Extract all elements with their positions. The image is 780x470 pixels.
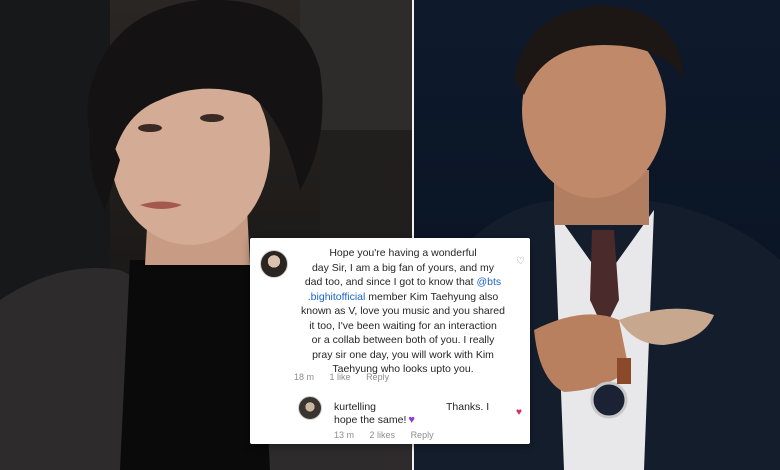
reply-text-2: hope the same! <box>334 414 407 426</box>
reply-text-line-1: Thanks. I <box>446 401 490 413</box>
reply-time: 13 m <box>334 430 355 440</box>
profile-avatar-icon[interactable] <box>260 250 288 278</box>
comment-line-6: it too, I've been waiting for an interac… <box>309 319 497 332</box>
profile-avatar-icon[interactable] <box>298 396 322 420</box>
comment-meta: 18 m 1 like Reply <box>294 372 402 382</box>
comment-reply-button[interactable]: Reply <box>366 372 389 382</box>
comment-line-1: Hope you're having a wonderful <box>329 247 477 259</box>
heart-outline-icon[interactable]: ♡ <box>516 256 525 267</box>
reply-reply-button[interactable]: Reply <box>411 430 434 440</box>
reply-likes[interactable]: 2 likes <box>370 430 396 440</box>
comment-text: Hope you're having a wonderful day Sir, … <box>294 246 512 377</box>
comment-line-5: known as V, love you music and you share… <box>301 305 505 317</box>
comment-line-7: or a collab between both of you. I reall… <box>311 334 495 346</box>
comment-line-8: pray sir one day, you will work with Kim <box>312 348 494 361</box>
reply-text-line-2: hope the same! ♥ <box>334 414 415 426</box>
instagram-comment-card: Hope you're having a wonderful day Sir, … <box>250 238 530 444</box>
comment-time: 18 m <box>294 372 315 382</box>
mention-link-continued[interactable]: .bighitofficial <box>308 291 366 303</box>
heart-filled-icon[interactable]: ♥ <box>516 407 522 418</box>
reply-username[interactable]: kurtelling <box>334 401 376 413</box>
reply-meta: 13 m 2 likes Reply <box>334 430 447 440</box>
mention-link[interactable]: @bts <box>476 276 501 288</box>
comment-line-4: member Kim Taehyung also <box>365 290 499 303</box>
comment-line-2: day Sir, I am a big fan of yours, and my <box>311 261 495 274</box>
comment-likes[interactable]: 1 like <box>330 372 351 382</box>
purple-heart-emoji-icon: ♥ <box>408 414 415 426</box>
comment-line-3: dad too, and since I got to know that <box>304 276 477 288</box>
